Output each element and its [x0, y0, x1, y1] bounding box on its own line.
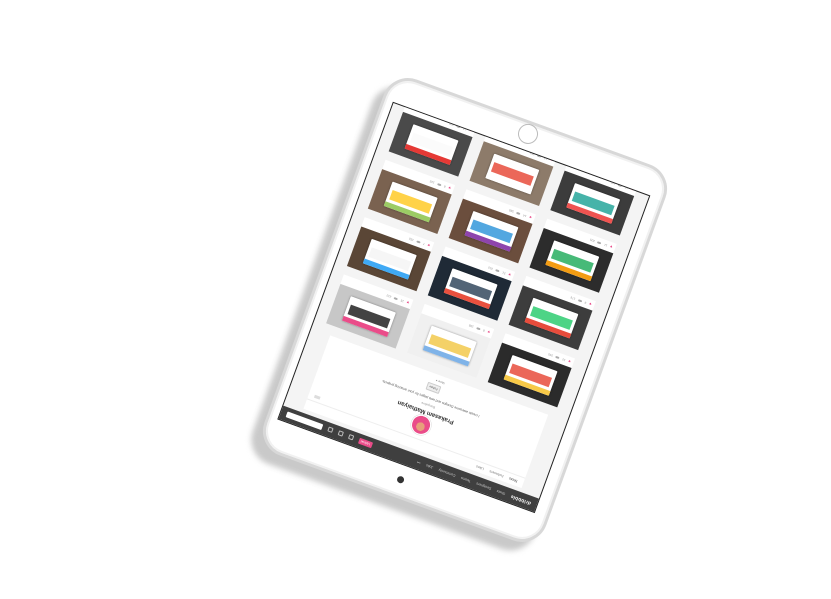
- eye-icon: [555, 355, 560, 360]
- card-toggle-icon[interactable]: [313, 394, 321, 400]
- eye-icon: [393, 296, 399, 301]
- shot-views: 330: [448, 121, 455, 127]
- eye-icon: [456, 124, 461, 129]
- shot-likes: 8: [482, 328, 486, 333]
- heart-icon[interactable]: ♥: [427, 243, 431, 249]
- nav-item-teams[interactable]: Teams: [460, 476, 471, 483]
- eye-icon: [416, 240, 421, 244]
- shot-preview: [524, 297, 579, 339]
- shot-views: 205: [589, 237, 596, 244]
- heart-icon[interactable]: ♥: [507, 272, 511, 278]
- eye-icon: [577, 298, 583, 303]
- shot-views: 410: [487, 265, 494, 271]
- heart-icon[interactable]: ♥: [630, 187, 634, 193]
- shot-preview: [443, 268, 498, 310]
- shot-likes: 12: [561, 357, 567, 363]
- shot-views: 312: [385, 293, 392, 299]
- heart-icon[interactable]: ♥: [528, 215, 532, 221]
- home-button[interactable]: [515, 121, 541, 147]
- profile-subnav: Shots Followers Likes: [303, 398, 526, 489]
- eye-icon: [476, 326, 481, 331]
- shot-likes: 10: [624, 185, 629, 191]
- shot-preview: [383, 181, 438, 223]
- camera-icon: [396, 475, 406, 485]
- tab-followers[interactable]: Followers: [489, 469, 504, 478]
- tab-shots[interactable]: Shots: [508, 476, 518, 483]
- shot-views: 190: [610, 180, 617, 186]
- nav-item-designers[interactable]: Designers: [476, 481, 492, 490]
- shot-preview: [341, 296, 396, 337]
- user-menu-icon[interactable]: [327, 426, 334, 434]
- shot-likes: 7: [422, 241, 426, 247]
- heart-icon[interactable]: ♥: [487, 330, 491, 336]
- shot-likes: 14: [522, 213, 528, 219]
- shot-preview: [362, 238, 417, 280]
- nav-item-community[interactable]: Community: [438, 468, 456, 478]
- shot-preview: [545, 240, 600, 282]
- screen: dribbble Shots Designers Teams Community…: [277, 101, 651, 514]
- shot-views: 198: [468, 323, 475, 329]
- eye-icon: [597, 241, 602, 245]
- heart-icon[interactable]: ♥: [567, 359, 571, 365]
- tab-likes[interactable]: Likes: [475, 464, 484, 471]
- shot-likes: 11: [603, 242, 608, 248]
- heart-icon[interactable]: ♥: [588, 302, 592, 308]
- eye-icon: [537, 154, 542, 159]
- shot-views: 240: [547, 352, 554, 358]
- shot-views: 288: [508, 208, 515, 214]
- shot-views: 133: [429, 179, 436, 185]
- stage: dribbble Shots Designers Teams Community…: [0, 0, 831, 599]
- heart-icon[interactable]: ♥: [406, 300, 410, 306]
- heart-icon[interactable]: ♥: [468, 128, 472, 134]
- notifications-icon[interactable]: [347, 434, 355, 441]
- shot-views: 176: [569, 295, 577, 301]
- nav-item-jobs[interactable]: Jobs: [425, 463, 433, 469]
- eye-icon: [495, 268, 500, 273]
- eye-icon: [516, 211, 521, 216]
- shot-preview: [566, 182, 621, 224]
- shot-likes: 15: [399, 298, 405, 304]
- search-input[interactable]: [285, 411, 324, 431]
- shot-likes: 17: [462, 126, 468, 132]
- shot-likes: 13: [543, 155, 548, 161]
- shot-views: 256: [529, 150, 536, 157]
- shot-preview: [422, 325, 477, 367]
- shot-preview: [503, 354, 558, 396]
- shot-likes: 9: [584, 300, 587, 305]
- shot-preview: [485, 153, 540, 195]
- heart-icon[interactable]: ♥: [609, 244, 613, 250]
- tablet-device: dribbble Shots Designers Teams Community…: [244, 70, 675, 558]
- site-logo[interactable]: dribbble: [510, 493, 532, 506]
- shot-likes: 21: [501, 270, 507, 276]
- nav-spacer: [377, 447, 411, 459]
- nav-item-more[interactable]: •••: [416, 460, 421, 465]
- nav-item-shots[interactable]: Shots: [496, 489, 506, 496]
- upload-button[interactable]: Upload: [357, 437, 373, 449]
- shot-preview: [464, 210, 519, 252]
- shot-preview: [404, 124, 459, 166]
- eye-icon: [436, 182, 442, 187]
- messages-icon[interactable]: [337, 430, 344, 438]
- shot-views: 150: [408, 236, 415, 243]
- heart-icon[interactable]: ♥: [448, 186, 452, 192]
- heart-icon[interactable]: ♥: [549, 158, 553, 164]
- eye-icon: [617, 183, 623, 188]
- shot-likes: 6: [443, 184, 447, 189]
